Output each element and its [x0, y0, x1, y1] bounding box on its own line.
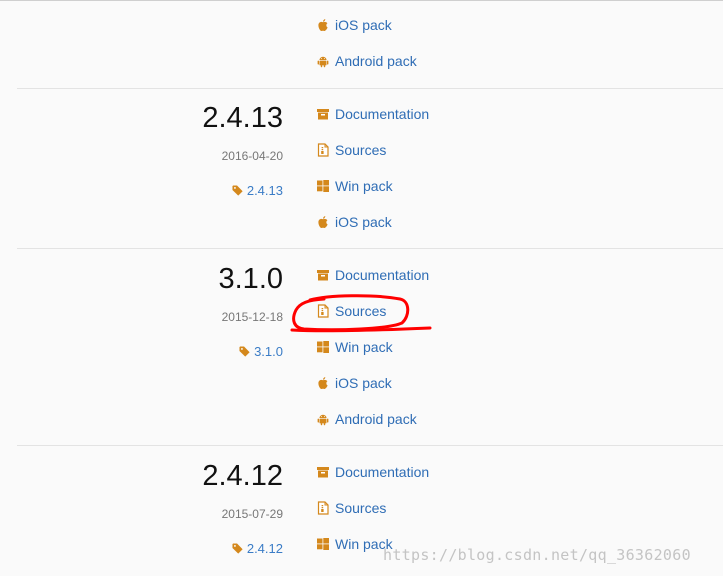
windows-icon — [316, 537, 330, 551]
link-android-pack[interactable]: Android pack — [316, 51, 417, 71]
link-win-pack[interactable]: Win pack — [316, 337, 393, 357]
apple-icon — [316, 215, 330, 229]
link-label: Win pack — [335, 339, 393, 355]
link-sources[interactable]: Sources — [316, 498, 386, 518]
release-tag-link[interactable]: 2.4.13 — [150, 183, 283, 198]
tag-icon — [232, 185, 243, 196]
tag-label: 2.4.12 — [246, 541, 283, 556]
archive-icon — [316, 465, 330, 479]
link-ios-pack[interactable]: iOS pack — [316, 373, 392, 393]
link-label: Sources — [335, 142, 387, 158]
tag-icon — [239, 346, 250, 357]
link-win-pack[interactable]: Win pack — [316, 176, 393, 196]
link-label: Documentation — [335, 464, 430, 480]
release-version: 2.4.13 — [150, 101, 283, 135]
link-label: iOS pack — [335, 375, 392, 391]
link-label: Android pack — [335, 411, 417, 427]
link-label: Sources — [335, 303, 387, 319]
link-ios-pack[interactable]: iOS pack — [316, 15, 392, 35]
link-ios-pack[interactable]: iOS pack — [316, 212, 392, 232]
watermark-text: https://blog.csdn.net/qq_36362060 — [383, 546, 691, 564]
release-tag-link[interactable]: 2.4.12 — [150, 541, 283, 556]
apple-icon — [316, 376, 330, 390]
link-documentation[interactable]: Documentation — [316, 462, 429, 482]
link-label: Sources — [335, 500, 387, 516]
link-label: Android pack — [335, 53, 417, 69]
version-number: 3.1.0 — [218, 263, 284, 295]
archive-icon — [316, 268, 330, 282]
section-divider — [17, 88, 723, 89]
release-date: 2015-07-29 — [221, 507, 283, 521]
link-label: Win pack — [335, 178, 393, 194]
version-number: 2.4.12 — [202, 460, 283, 492]
release-version: 2.4.12 — [150, 459, 283, 493]
section-divider — [17, 248, 723, 249]
link-label: Documentation — [335, 267, 430, 283]
link-android-pack[interactable]: Android pack — [316, 409, 417, 429]
section-divider — [17, 445, 723, 446]
release-version: 3.1.0 — [150, 262, 284, 296]
release-date: 2016-04-20 — [221, 149, 283, 163]
link-label: Documentation — [335, 106, 430, 122]
link-documentation[interactable]: Documentation — [316, 265, 429, 285]
windows-icon — [316, 179, 330, 193]
link-label: iOS pack — [335, 214, 392, 230]
link-sources[interactable]: Sources — [316, 140, 386, 160]
windows-icon — [316, 340, 330, 354]
file-zip-icon — [316, 501, 330, 515]
tag-icon — [232, 543, 243, 554]
apple-icon — [316, 18, 330, 32]
file-zip-icon — [316, 304, 330, 318]
android-icon — [316, 412, 330, 426]
link-win-pack[interactable]: Win pack — [316, 534, 393, 554]
file-zip-icon — [316, 143, 330, 157]
link-sources[interactable]: Sources — [316, 301, 386, 321]
tag-label: 3.1.0 — [254, 344, 283, 359]
top-border — [0, 0, 723, 1]
tag-label: 2.4.13 — [246, 183, 283, 198]
archive-icon — [316, 107, 330, 121]
version-number: 2.4.13 — [202, 102, 283, 134]
android-icon — [316, 54, 330, 68]
release-date: 2015-12-18 — [221, 310, 283, 324]
link-documentation[interactable]: Documentation — [316, 104, 429, 124]
release-tag-link[interactable]: 3.1.0 — [150, 344, 283, 359]
link-label: iOS pack — [335, 17, 392, 33]
